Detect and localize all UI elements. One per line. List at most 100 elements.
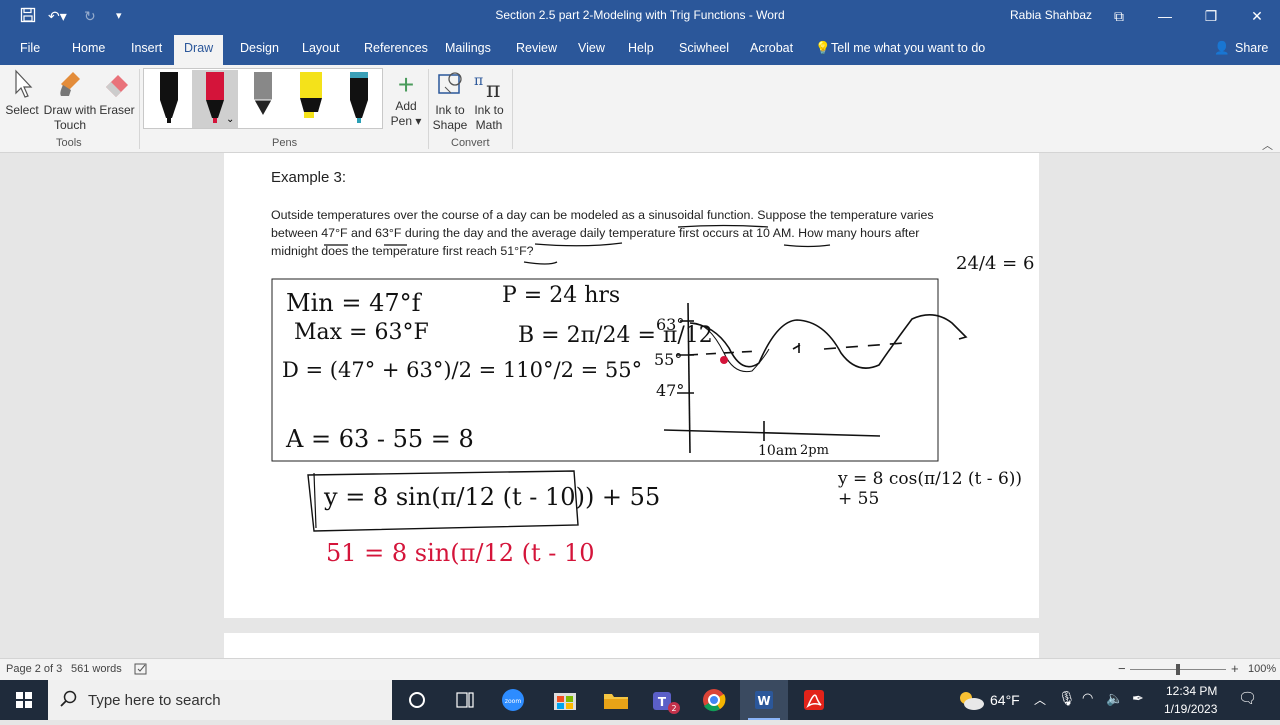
file-explorer-icon[interactable]	[592, 680, 640, 720]
show-hidden-icons[interactable]: ︿	[1034, 691, 1046, 708]
acrobat-icon[interactable]	[790, 680, 838, 720]
gray-pencil-icon[interactable]	[240, 70, 286, 128]
document-area: Example 3: Outside temperatures over the…	[0, 153, 1280, 658]
zoom-in-button[interactable]: +	[1231, 661, 1239, 676]
tab-mailings[interactable]: Mailings	[445, 41, 491, 55]
status-bar: Page 2 of 3 561 words − + 100%	[0, 658, 1280, 680]
graph-label-47: 47°	[656, 381, 685, 400]
collapse-ribbon-icon[interactable]: ︿	[1262, 137, 1273, 153]
tab-design[interactable]: Design	[240, 41, 279, 55]
cortana-icon[interactable]	[393, 680, 441, 720]
task-view-icon[interactable]	[441, 680, 489, 720]
ribbon-separator	[139, 69, 140, 149]
ink-to-shape-button[interactable]: Ink to Shape	[431, 69, 469, 133]
ink-to-label: Ink to	[435, 103, 465, 117]
tab-view[interactable]: View	[578, 41, 605, 55]
tell-me-input[interactable]: Tell me what you want to do	[831, 41, 985, 55]
red-point-marker	[720, 356, 728, 364]
pens-gallery: ⌄	[143, 68, 383, 129]
select-tool-button[interactable]: Select	[4, 69, 40, 118]
pens-group-label: Pens	[272, 137, 298, 149]
graph-label-2pm: 2pm	[800, 443, 829, 458]
graph-label-55: 55°	[654, 350, 683, 369]
ink-to-math-button[interactable]: ππ Ink to Math	[470, 69, 508, 133]
ink-to-math-icon: ππ	[474, 73, 500, 103]
ribbon-separator	[512, 69, 513, 149]
share-button[interactable]: Share	[1235, 41, 1268, 55]
pen-dropdown-icon[interactable]: ⌄	[226, 114, 234, 125]
math-label: Math	[475, 118, 503, 132]
plus-icon: +	[397, 69, 415, 100]
weather-icon[interactable]	[956, 688, 986, 717]
ink-max: Max = 63°F	[294, 320, 429, 345]
ribbon-tabs: File Home Insert Draw Design Layout Refe…	[0, 32, 1280, 65]
eraser-icon	[106, 75, 128, 97]
pen-workspace-icon[interactable]: ✒	[1132, 690, 1144, 707]
highlighter-icon[interactable]	[288, 70, 334, 128]
windows-start-icon[interactable]	[0, 680, 48, 720]
svg-text:π: π	[486, 78, 500, 99]
tab-file[interactable]: File	[20, 41, 40, 55]
weather-temp[interactable]: 64°F	[990, 692, 1020, 708]
taskbar: Type here to search zoom T2 W 64°F ︿ 🎙 ◠…	[0, 680, 1280, 720]
taskbar-search[interactable]: Type here to search	[48, 680, 392, 720]
zoom-slider-thumb[interactable]	[1176, 664, 1180, 675]
tab-sciwheel[interactable]: Sciwheel	[679, 41, 729, 55]
word-app-icon[interactable]: W	[740, 680, 788, 720]
wifi-icon[interactable]: ◠	[1082, 690, 1093, 706]
chrome-icon[interactable]	[690, 680, 738, 720]
tab-draw[interactable]: Draw	[174, 35, 224, 65]
tab-layout[interactable]: Layout	[302, 41, 340, 55]
black-pen-icon[interactable]	[146, 70, 192, 128]
clock-date[interactable]: 1/19/2023	[1164, 702, 1217, 716]
add-pen-button[interactable]: + Add Pen ▾	[388, 71, 424, 129]
minimize-button[interactable]: —	[1150, 4, 1180, 28]
zoom-app-icon[interactable]: zoom	[489, 680, 537, 720]
clock-time[interactable]: 12:34 PM	[1166, 684, 1217, 698]
svg-text:W: W	[757, 694, 770, 708]
store-icon[interactable]	[541, 680, 589, 720]
eraser-button[interactable]: Eraser	[99, 69, 135, 118]
graph-label-63: 63°	[656, 315, 685, 334]
tab-acrobat[interactable]: Acrobat	[750, 41, 793, 55]
teal-pen-icon[interactable]	[336, 70, 382, 128]
eraser-label: Eraser	[99, 103, 135, 117]
tools-group-label: Tools	[56, 137, 82, 149]
draw-ribbon: Select Draw with Touch Eraser Tools ⌄ Pe…	[0, 65, 1280, 153]
document-page[interactable]: Example 3: Outside temperatures over the…	[224, 153, 1039, 618]
teams-icon[interactable]: T2	[640, 680, 688, 720]
close-button[interactable]: ✕	[1242, 4, 1272, 28]
next-page[interactable]	[224, 633, 1039, 658]
ribbon-display-icon[interactable]: ⧉	[1104, 4, 1134, 28]
red-pen-icon[interactable]: ⌄	[192, 70, 238, 128]
draw-with-touch-button[interactable]: Draw with Touch	[42, 69, 98, 133]
microphone-icon[interactable]: 🎙	[1058, 690, 1076, 707]
ink-equation-cos: y = 8 cos(π/12 (t - 6)) + 55	[838, 469, 1023, 509]
volume-icon[interactable]: 🔈	[1106, 690, 1123, 707]
tab-insert[interactable]: Insert	[131, 41, 162, 55]
tab-home[interactable]: Home	[72, 41, 105, 55]
restore-button[interactable]: ❐	[1196, 4, 1226, 28]
tab-review[interactable]: Review	[516, 41, 557, 55]
svg-text:2: 2	[671, 704, 676, 713]
convert-group-label: Convert	[451, 137, 490, 149]
ink-equation-sin: y = 8 sin(π/12 (t - 10)) + 55	[324, 483, 661, 511]
draw-with-label: Draw with	[43, 103, 97, 117]
touch-label: Touch	[53, 118, 87, 132]
user-name[interactable]: Rabia Shahbaz	[1010, 8, 1092, 22]
proofing-icon[interactable]	[134, 662, 148, 679]
page-count[interactable]: Page 2 of 3	[6, 663, 62, 675]
notifications-icon[interactable]: 🗨	[1238, 689, 1257, 707]
ink-min: Min = 47°f	[286, 289, 421, 317]
share-icon[interactable]: 👤	[1214, 41, 1230, 56]
ink-p: P = 24 hrs	[502, 283, 621, 308]
svg-text:π: π	[474, 73, 483, 89]
word-count[interactable]: 561 words	[71, 663, 122, 675]
zoom-out-button[interactable]: −	[1118, 661, 1126, 676]
tab-references[interactable]: References	[364, 41, 428, 55]
ink-side-calc: 24/4 = 6	[956, 253, 1035, 274]
ink-equation-solve: 51 = 8 sin(π/12 (t - 10	[326, 539, 595, 567]
svg-text:zoom: zoom	[505, 698, 521, 705]
zoom-level[interactable]: 100%	[1248, 663, 1276, 675]
tab-help[interactable]: Help	[628, 41, 654, 55]
